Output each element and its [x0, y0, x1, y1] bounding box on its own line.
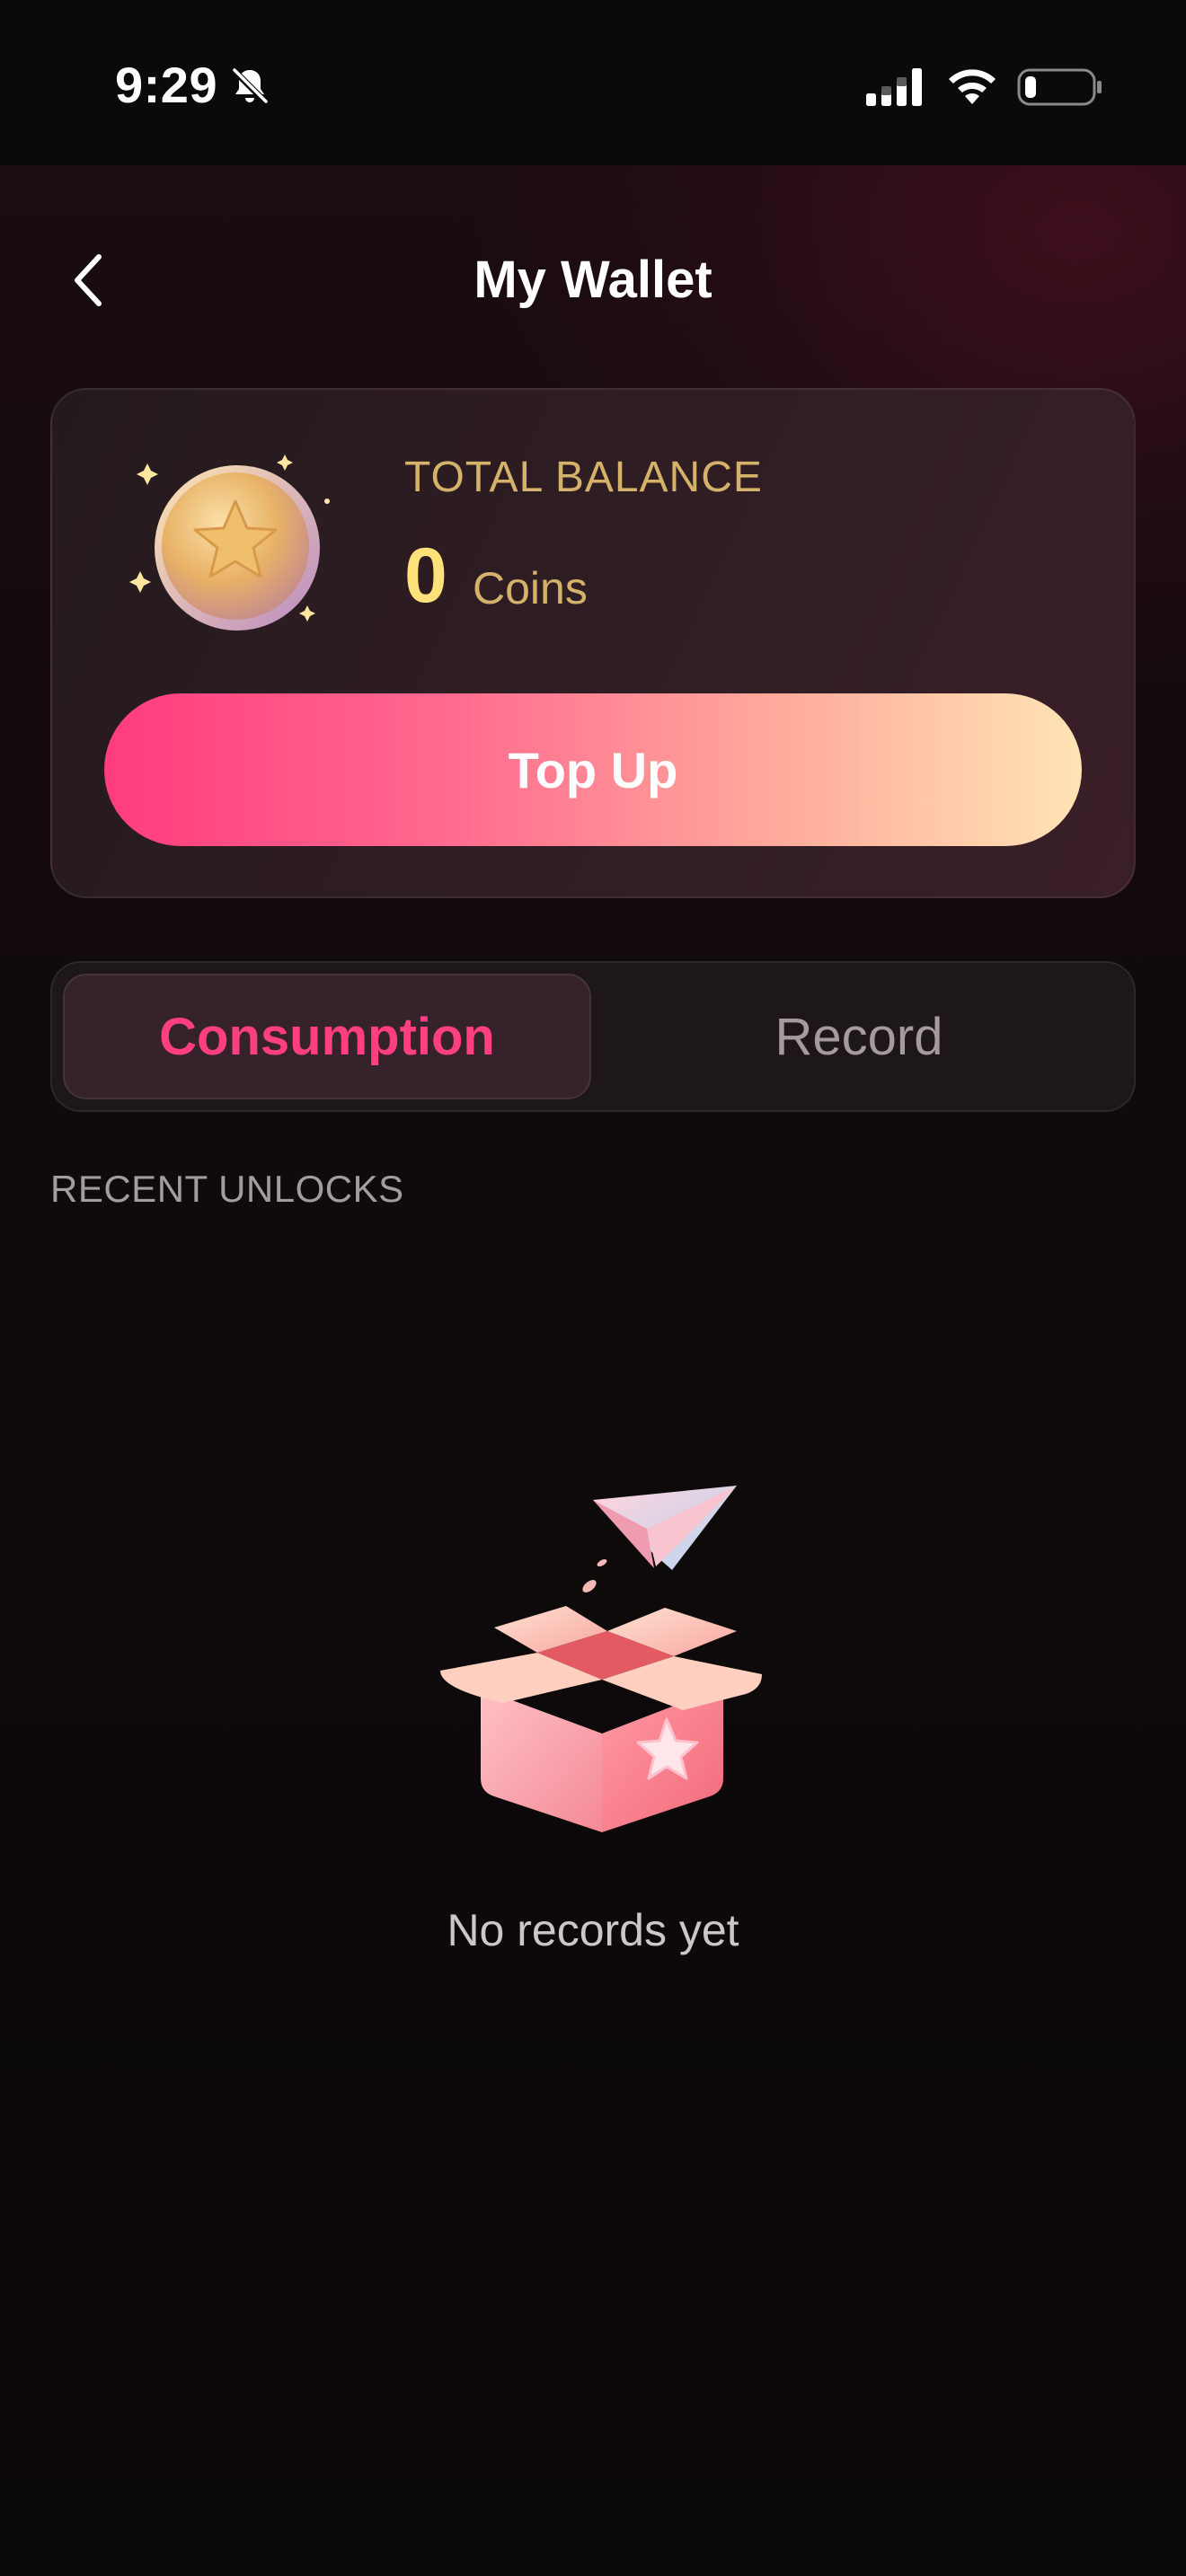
- top-up-button[interactable]: Top Up: [104, 693, 1082, 846]
- empty-state-message: No records yet: [447, 1905, 739, 1955]
- status-bar: 9:29: [0, 0, 1186, 165]
- balance-amount: 0: [404, 533, 447, 619]
- page-title: My Wallet: [474, 251, 712, 309]
- balance-label: TOTAL BALANCE: [404, 454, 763, 501]
- wifi-icon: [949, 69, 996, 104]
- section-title: RECENT UNLOCKS: [50, 1168, 404, 1210]
- balance-card: TOTAL BALANCE 0 Coins Top Up: [50, 388, 1136, 898]
- status-time: 9:29: [115, 57, 218, 113]
- star-coin-icon: [129, 454, 330, 631]
- tab-record[interactable]: Record: [595, 974, 1123, 1099]
- battery-icon: [1017, 68, 1102, 106]
- tab-bar: Consumption Record: [50, 961, 1136, 1112]
- open-box-paper-plane-icon: [440, 1486, 762, 1832]
- bell-slash-icon: [231, 67, 269, 105]
- balance-unit: Coins: [473, 563, 588, 613]
- tab-consumption[interactable]: Consumption: [63, 974, 591, 1099]
- wallet-screen: 9:29 My Wallet TOTAL BALANCE 0 Coins Top…: [0, 0, 1186, 2576]
- cellular-signal-icon: [866, 68, 922, 106]
